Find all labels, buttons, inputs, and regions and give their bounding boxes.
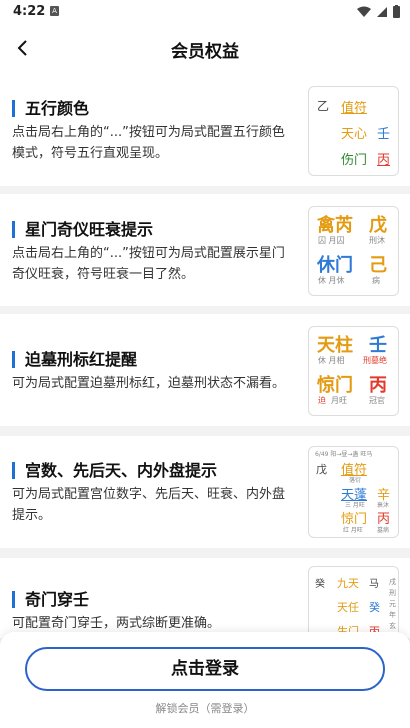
card-title: 奇门穿壬 [12,591,89,608]
preview-xiumen: 休门 [317,255,353,276]
preview-qimen-ren: 癸 九天 马 天任 癸 生门 丙 戌 刑 元 年 玄 [308,566,399,638]
preview-bing: 丙 [377,153,391,168]
preview-prosperity: 禽芮 戊 囚 月囚 刑沐 休门 己 休 月休 病 [308,206,399,296]
benefit-card-red-mark: 迫墓刑标红提醒 可为局式配置迫墓刑标红，迫墓刑状态不漏看。 天柱 壬 休 月相 … [0,314,410,426]
preview-ma: 马 [369,579,379,590]
preview-side: 戌 刑 元 年 玄 [389,578,396,630]
preview-gui: 癸 [315,579,325,590]
preview-top: 6/49 阳→昼→蛊 旺马 [315,451,373,458]
wifi-icon [357,6,371,17]
preview-sub3: 红 月旺 [343,527,363,534]
card-title: 星门奇仪旺衰提示 [12,221,153,238]
preview-sub3: 迫 [318,396,326,405]
preview-shangmen: 伤门 [341,153,368,168]
preview-jingmen: 惊门 [317,375,353,396]
preview-ren: 壬 [377,127,391,142]
preview-qinrui: 禽芮 [317,215,353,236]
preview-wu: 戊 [369,215,387,236]
preview-bing: 丙 [369,375,387,396]
preview-ren: 壬 [369,335,387,356]
preview-sub4: 冠官 [369,396,385,405]
preview-palace: 6/49 阳→昼→蛊 旺马 戊 值符 落衍 天蓬 辛 三 月旺 衰沐 惊门 丙 … [308,446,399,538]
card-desc: 点击局右上角的“...”按钮可为局式配置五行颜色模式，符号五行直观呈现。 [12,125,285,161]
preview-yi: 乙 [317,99,330,113]
card-desc: 可配置奇门穿壬，两式综断更准确。 [12,616,221,631]
preview-sub0: 落衍 [349,477,362,484]
login-button[interactable]: 点击登录 [25,647,385,691]
preview-jiutian: 九天 [337,577,359,590]
preview-sub1: 休 月相 [318,356,345,365]
preview-tianxin: 天心 [341,127,368,142]
preview-five-elements: 乙 值符 天心 壬 伤门 丙 [308,86,399,176]
benefit-card-five-elements: 五行颜色 点击局右上角的“...”按钮可为局式配置五行颜色模式，符号五行直观呈现… [0,72,410,186]
top-bar: 会员权益 [0,24,410,72]
benefit-card-palace: 宫数、先后天、内外盘提示 可为局式配置宫位数字、先后天、旺衰、内外盘提示。 6/… [0,436,410,548]
preview-sub2: 刑墓绝 [363,356,387,365]
card-title: 五行颜色 [12,100,89,117]
system-icons [357,5,400,18]
preview-sub2: 刑沐 [369,236,385,245]
status-time: 4:22 [13,4,46,19]
preview-sub4: 病 [372,276,380,285]
benefit-card-qimen-ren: 奇门穿壬 可配置奇门穿壬，两式综断更准确。 癸 九天 马 天任 癸 生门 丙 戌… [0,558,410,638]
card-desc: 可为局式配置迫墓刑标红，迫墓刑状态不漏看。 [12,376,286,391]
preview-zhifu: 值符 [341,101,368,116]
preview-tianzhu: 天柱 [317,335,353,356]
preview-sub3b: 月旺 [331,396,347,405]
card-title: 宫数、先后天、内外盘提示 [12,462,217,479]
card-desc: 可为局式配置宫位数字、先后天、旺衰、内外盘提示。 [12,487,286,523]
login-panel: 点击登录 解锁会员（需登录） [0,632,410,728]
card-desc: 点击局右上角的“...”按钮可为局式配置展示星门奇仪旺衰，符号旺衰一目了然。 [12,246,285,282]
preview-red-mark: 天柱 壬 休 月相 刑墓绝 惊门 丙 迫 月旺 冠官 [308,326,399,416]
preview-gui2: 癸 [369,601,380,614]
preview-sub4: 墓病 [377,527,390,534]
login-hint: 解锁会员（需登录） [155,702,255,715]
notification-icon: A [50,6,59,16]
signal-icon [377,6,387,17]
benefit-card-prosperity: 星门奇仪旺衰提示 点击局右上角的“...”按钮可为局式配置展示星门奇仪旺衰，符号… [0,194,410,306]
preview-sub3: 休 月休 [318,276,345,285]
page-title: 会员权益 [171,42,239,62]
battery-icon [393,5,400,18]
status-bar: 4:22 A [0,0,410,24]
preview-wu: 戊 [316,463,327,476]
preview-tianren: 天任 [337,601,359,614]
preview-sub1: 囚 月囚 [318,236,345,245]
card-title: 迫墓刑标红提醒 [12,351,137,368]
preview-ji: 己 [369,255,387,276]
